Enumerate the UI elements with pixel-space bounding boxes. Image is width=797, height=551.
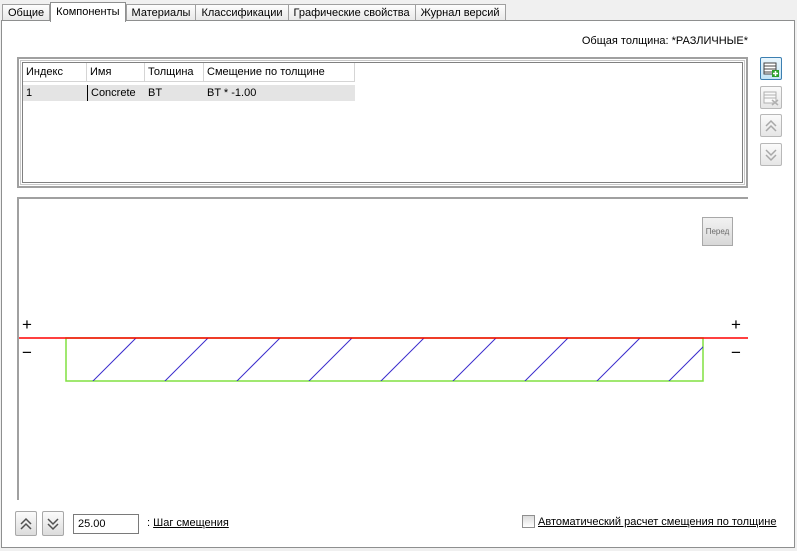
- column-header-index[interactable]: Индекс: [23, 63, 87, 81]
- cell-index: 1: [26, 87, 33, 99]
- double-chevron-up-icon: [765, 119, 777, 132]
- plus-right-icon: +: [731, 315, 741, 334]
- cell-name[interactable]: Concrete: [87, 85, 145, 101]
- tab-materials[interactable]: Материалы: [125, 4, 197, 21]
- wall-hatch: [92, 338, 703, 381]
- delete-row-icon: [763, 91, 779, 106]
- move-down-button[interactable]: [760, 143, 782, 166]
- double-chevron-up-icon: [20, 517, 32, 530]
- tab-graphic-properties[interactable]: Графические свойства: [287, 4, 416, 21]
- tab-general[interactable]: Общие: [2, 4, 51, 21]
- cell-thickness[interactable]: BT: [145, 85, 204, 101]
- double-chevron-down-icon: [765, 148, 777, 161]
- grid-header: Индекс Имя Толщина Смещение по толщине: [23, 63, 355, 82]
- front-button[interactable]: Перед: [702, 217, 733, 246]
- column-header-offset[interactable]: Смещение по толщине: [204, 63, 355, 81]
- offset-down-button[interactable]: [42, 511, 64, 536]
- add-component-button[interactable]: [760, 57, 782, 80]
- components-page: Общая толщина: *РАЗЛИЧНЫЕ* Индекс Имя То…: [1, 20, 795, 548]
- components-grid: Индекс Имя Толщина Смещение по толщине 1…: [17, 57, 748, 188]
- delete-component-button[interactable]: [760, 86, 782, 109]
- preview-canvas: [19, 337, 748, 382]
- grid-viewport: Индекс Имя Толщина Смещение по толщине 1…: [22, 62, 743, 183]
- cell-offset[interactable]: BT * -1.00: [204, 85, 355, 101]
- tab-bar: Общие Компоненты Материалы Классификации…: [2, 2, 506, 22]
- double-chevron-down-icon: [47, 517, 59, 530]
- offset-up-button[interactable]: [15, 511, 37, 536]
- tab-classifications[interactable]: Классификации: [195, 4, 289, 21]
- minus-left-icon: −: [22, 343, 32, 362]
- auto-offset-checkbox[interactable]: [522, 515, 535, 528]
- offset-step-label: : Шаг смещения: [147, 517, 229, 529]
- table-row[interactable]: 1 Concrete BT BT * -1.00: [23, 85, 355, 101]
- section-preview: Перед + − + −: [17, 197, 748, 500]
- minus-right-icon: −: [731, 343, 741, 362]
- column-header-thickness[interactable]: Толщина: [145, 63, 204, 81]
- add-row-icon: [763, 62, 779, 77]
- tab-components[interactable]: Компоненты: [50, 2, 126, 22]
- offset-step-input[interactable]: [73, 514, 139, 534]
- plus-left-icon: +: [22, 315, 32, 334]
- auto-offset-label[interactable]: Автоматический расчет смещения по толщин…: [538, 516, 776, 528]
- column-header-name[interactable]: Имя: [87, 63, 145, 81]
- wall-outline: [65, 337, 704, 382]
- move-up-button[interactable]: [760, 114, 782, 137]
- tab-version-log[interactable]: Журнал версий: [414, 4, 506, 21]
- total-thickness-label: Общая толщина: *РАЗЛИЧНЫЕ*: [581, 35, 748, 47]
